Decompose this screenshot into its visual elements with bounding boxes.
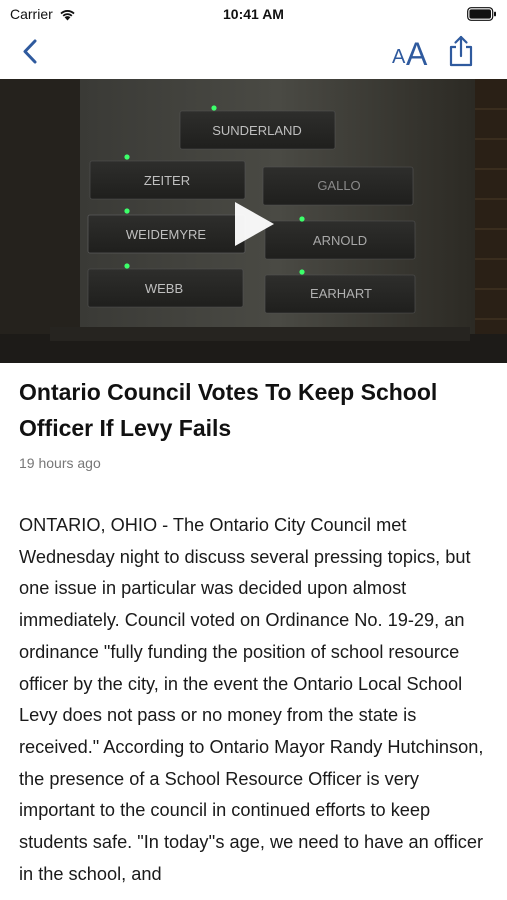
status-bar: Carrier 10:41 AM <box>0 0 507 28</box>
status-time: 10:41 AM <box>223 6 284 22</box>
placard-text: GALLO <box>317 178 360 193</box>
text-size-small-a: A <box>392 46 406 68</box>
share-button[interactable] <box>446 34 476 70</box>
placard-text: WEIDEMYRE <box>126 227 207 242</box>
text-size-button[interactable]: A A <box>388 32 432 72</box>
chevron-left-icon <box>23 39 37 64</box>
placard-sunderland: SUNDERLAND <box>179 110 336 150</box>
placard-earhart: EARHART <box>264 274 416 314</box>
navigation-bar: A A <box>0 28 507 78</box>
article-timestamp: 19 hours ago <box>19 455 101 471</box>
article-title: Ontario Council Votes To Keep School Off… <box>19 379 438 441</box>
placard-text: SUNDERLAND <box>212 123 302 138</box>
placard-text: ZEITER <box>144 173 190 188</box>
video-player[interactable]: SUNDERLAND ZEITER GALLO WEIDEMYRE ARNOLD… <box>0 79 507 363</box>
placard-webb: WEBB <box>87 268 244 308</box>
placard-text: EARHART <box>310 286 372 301</box>
placard-arnold: ARNOLD <box>264 220 416 260</box>
battery-icon <box>467 7 496 21</box>
placard-zeiter: ZEITER <box>89 160 246 200</box>
share-icon <box>449 35 473 67</box>
text-size-large-a: A <box>406 36 428 72</box>
placard-weidemyre: WEIDEMYRE <box>87 214 246 254</box>
placard-gallo: GALLO <box>262 166 414 206</box>
back-button[interactable] <box>20 36 48 68</box>
play-icon <box>235 202 274 246</box>
placard-text: WEBB <box>145 281 183 296</box>
placard-text: ARNOLD <box>313 233 367 248</box>
article-body: ONTARIO, OHIO - The Ontario City Council… <box>19 515 484 884</box>
